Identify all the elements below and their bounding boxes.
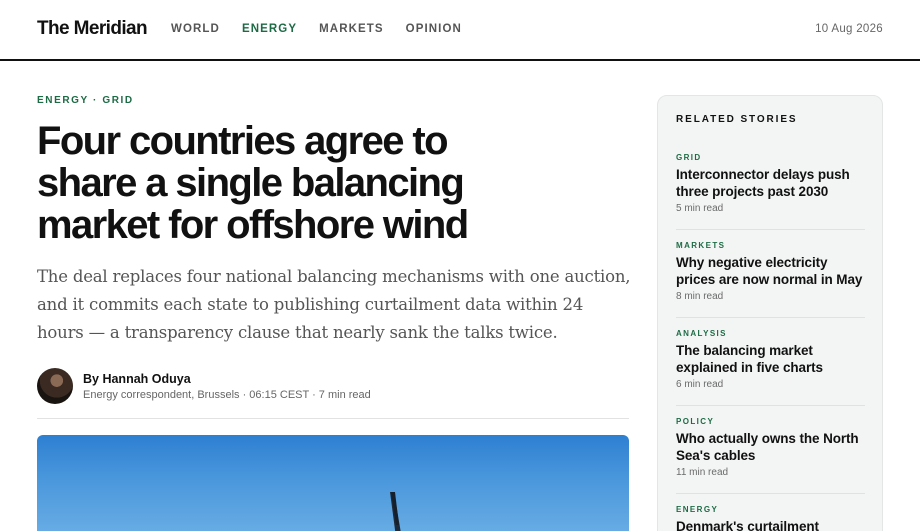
related-story[interactable]: MARKETS Why negative electricity prices … [676,241,865,302]
related-story[interactable]: POLICY Who actually owns the North Sea's… [676,417,865,478]
main-nav: WORLD ENERGY MARKETS OPINION [171,23,484,35]
site-header: The Meridian WORLD ENERGY MARKETS OPINIO… [0,0,920,61]
story-read-time: 6 min read [676,379,724,390]
related-story[interactable]: GRID Interconnector delays push three pr… [676,153,865,214]
article-kicker[interactable]: ENERGY · GRID [37,95,134,106]
article-headline: Four countries agree to share a single b… [37,119,469,247]
divider [676,405,865,406]
nav-item-opinion[interactable]: OPINION [406,23,462,35]
related-story[interactable]: ANALYSIS The balancing market explained … [676,329,865,390]
author-meta: Energy correspondent, Brussels · 06:15 C… [83,389,371,401]
story-read-time: 5 min read [676,203,724,214]
related-stories-panel: RELATED STORIES GRID Interconnector dela… [657,95,883,531]
related-stories-title: RELATED STORIES [676,114,798,125]
story-category: POLICY [676,417,715,426]
nav-item-markets[interactable]: MARKETS [319,23,384,35]
byline: By Hannah Oduya Energy correspondent, Br… [37,368,629,419]
story-title[interactable]: Who actually owns the North Sea's cables [676,430,865,464]
wind-turbine-icon [390,492,401,531]
story-category: ENERGY [676,505,719,514]
story-category: ANALYSIS [676,329,727,338]
article-dek: The deal replaces four national balancin… [37,267,631,342]
nav-item-energy[interactable]: ENERGY [242,23,297,35]
header-date: 10 Aug 2026 [815,23,883,35]
divider [676,317,865,318]
divider [676,493,865,494]
story-title[interactable]: Why negative electricity prices are now … [676,254,865,288]
story-read-time: 11 min read [676,467,729,478]
story-category: GRID [676,153,702,162]
story-title[interactable]: The balancing market explained in five c… [676,342,865,376]
related-story[interactable]: ENERGY Denmark's curtailment [676,505,865,531]
author-name[interactable]: By Hannah Oduya [83,372,191,386]
nav-item-world[interactable]: WORLD [171,23,220,35]
divider [676,229,865,230]
story-read-time: 8 min read [676,291,724,302]
hero-image [37,435,629,531]
story-category: MARKETS [676,241,726,250]
story-title[interactable]: Denmark's curtailment [676,518,865,531]
site-logo[interactable]: The Meridian [37,18,148,40]
author-avatar[interactable] [37,368,73,404]
story-title[interactable]: Interconnector delays push three project… [676,166,865,200]
